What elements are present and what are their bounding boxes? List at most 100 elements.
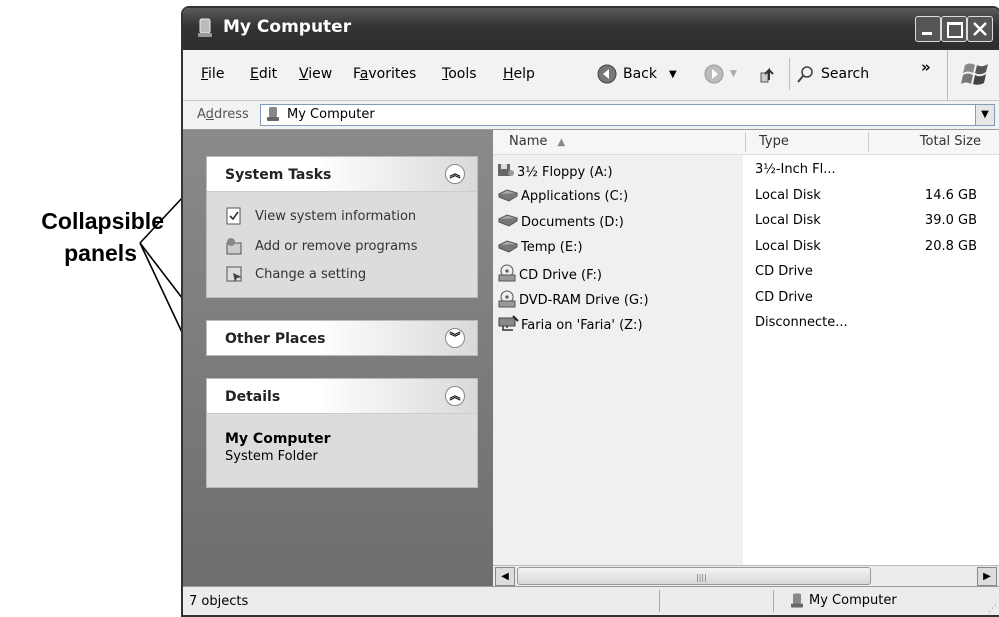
close-icon xyxy=(973,22,987,36)
chevron-down-icon: ▼ xyxy=(981,109,989,120)
network-drive-icon xyxy=(497,315,519,335)
other-places-panel: Other Places ︾ xyxy=(206,320,478,356)
details-item-kind: System Folder xyxy=(225,449,318,464)
sort-ascending-icon: ▲ xyxy=(557,137,566,148)
scroll-right-button[interactable]: ▶ xyxy=(977,567,997,586)
status-location: My Computer xyxy=(791,593,897,608)
menu-favorites[interactable]: Favorites xyxy=(353,66,416,82)
menu-tools[interactable]: Tools xyxy=(442,66,477,82)
file-name-cell[interactable]: Temp (E:) xyxy=(497,239,583,257)
task-label: View system information xyxy=(255,208,417,224)
title-bar[interactable]: My Computer xyxy=(183,8,999,50)
file-row[interactable]: Applications (C:) Local Disk 14.6 GB xyxy=(493,184,999,209)
file-name-cell[interactable]: Faria on 'Faria' (Z:) xyxy=(497,315,643,335)
chevron-right-icon: ▶ xyxy=(983,571,991,582)
forward-dropdown-icon[interactable]: ▼ xyxy=(730,69,737,79)
system-tasks-panel: System Tasks ︽ View system information A… xyxy=(206,156,478,298)
collapse-chevron-icon[interactable]: ︽ xyxy=(445,164,465,184)
chevron-left-icon: ◀ xyxy=(501,571,509,582)
back-button[interactable]: Back ▼ xyxy=(597,59,677,89)
address-input[interactable]: My Computer ▼ xyxy=(260,104,995,126)
forward-button[interactable]: ▼ xyxy=(704,59,737,89)
menu-edit[interactable]: Edit xyxy=(250,66,277,82)
computer-icon xyxy=(267,107,279,121)
column-header-name[interactable]: Name ▲ xyxy=(509,134,565,149)
resize-grip-icon[interactable]: ⋰ xyxy=(988,604,997,614)
column-separator[interactable] xyxy=(868,132,869,152)
file-total-size: 20.8 GB xyxy=(924,238,977,254)
file-row[interactable]: Faria on 'Faria' (Z:) Disconnecte... xyxy=(493,311,999,336)
address-dropdown-button[interactable]: ▼ xyxy=(975,105,994,125)
back-arrow-icon xyxy=(597,64,617,84)
expand-chevron-icon[interactable]: ︾ xyxy=(445,328,465,348)
file-row[interactable]: 3½ Floppy (A:) 3½-Inch Fl... xyxy=(493,158,999,183)
file-type: Local Disk xyxy=(755,213,821,228)
floppy-icon xyxy=(497,162,515,182)
scroll-left-button[interactable]: ◀ xyxy=(495,567,515,586)
toolbar-separator xyxy=(789,58,790,90)
details-panel: Details ︽ My Computer System Folder xyxy=(206,378,478,488)
hard-disk-icon xyxy=(497,213,519,231)
file-name-cell[interactable]: Documents (D:) xyxy=(497,213,624,231)
file-row[interactable]: DVD-RAM Drive (G:) CD Drive xyxy=(493,286,999,311)
task-change-setting[interactable]: Change a setting xyxy=(225,265,366,283)
menu-help[interactable]: Help xyxy=(503,66,535,82)
file-name-cell[interactable]: CD Drive (F:) xyxy=(497,264,602,286)
search-button[interactable]: Search xyxy=(797,59,869,89)
file-row[interactable]: Documents (D:) Local Disk 39.0 GB xyxy=(493,209,999,234)
back-dropdown-icon[interactable]: ▼ xyxy=(669,69,677,80)
search-icon xyxy=(797,66,813,83)
file-name-cell[interactable]: DVD-RAM Drive (G:) xyxy=(497,290,649,312)
callout-label-line2: panels xyxy=(64,240,137,266)
search-label: Search xyxy=(821,66,870,82)
file-name: Faria on 'Faria' (Z:) xyxy=(521,317,643,333)
status-separator xyxy=(659,590,660,612)
column-header-type[interactable]: Type xyxy=(759,134,789,149)
toolbar-separator xyxy=(947,50,948,100)
window-title: My Computer xyxy=(223,17,352,37)
scrollbar-thumb[interactable]: |||| xyxy=(517,567,871,585)
menu-file[interactable]: File xyxy=(201,66,224,82)
maximize-button[interactable] xyxy=(941,16,967,42)
file-type: 3½-Inch Fl... xyxy=(755,162,836,177)
file-name: 3½ Floppy (A:) xyxy=(517,164,613,180)
file-row[interactable]: CD Drive (F:) CD Drive xyxy=(493,260,999,285)
file-list-view: Name ▲ Type Total Size 3½ Floppy (A:) 3½-… xyxy=(493,130,999,586)
file-name-cell[interactable]: Applications (C:) xyxy=(497,188,628,206)
column-header-row: Name ▲ Type Total Size xyxy=(493,130,999,155)
hard-disk-icon xyxy=(497,188,519,206)
address-label: Address xyxy=(197,107,249,122)
file-total-size: 14.6 GB xyxy=(924,187,977,203)
close-button[interactable] xyxy=(967,16,993,42)
explorer-window: My Computer File Edit View Favorites Too… xyxy=(181,6,999,617)
system-tasks-title: System Tasks xyxy=(225,167,332,183)
toolbar-more-chevron[interactable]: » xyxy=(921,58,931,76)
file-row[interactable]: Temp (E:) Local Disk 20.8 GB xyxy=(493,235,999,260)
menu-view[interactable]: View xyxy=(299,66,332,82)
system-info-icon xyxy=(226,207,241,225)
system-tasks-header[interactable]: System Tasks ︽ xyxy=(207,157,477,192)
file-name: CD Drive (F:) xyxy=(519,267,603,283)
task-pane: System Tasks ︽ View system information A… xyxy=(183,130,493,586)
file-name: DVD-RAM Drive (G:) xyxy=(519,293,649,308)
file-total-size: 39.0 GB xyxy=(924,213,977,228)
address-value: My Computer xyxy=(287,107,375,122)
file-type: CD Drive xyxy=(755,264,813,279)
horizontal-scrollbar[interactable]: ◀ |||| ▶ xyxy=(493,565,999,586)
column-separator[interactable] xyxy=(745,132,746,152)
menu-bar: File Edit View Favorites Tools Help Back… xyxy=(183,50,999,101)
task-view-system-information[interactable]: View system information xyxy=(225,207,416,225)
collapse-chevron-icon[interactable]: ︽ xyxy=(445,386,465,406)
details-item-name: My Computer xyxy=(225,431,331,447)
status-object-count: 7 objects xyxy=(189,594,249,609)
column-header-total-size[interactable]: Total Size xyxy=(920,134,981,149)
file-name-cell[interactable]: 3½ Floppy (A:) xyxy=(497,162,613,182)
minimize-button[interactable] xyxy=(915,16,941,42)
task-add-remove-programs[interactable]: Add or remove programs xyxy=(225,237,418,255)
grip-icon: |||| xyxy=(696,573,707,582)
task-label: Change a setting xyxy=(255,266,367,282)
details-header[interactable]: Details ︽ xyxy=(207,379,477,414)
other-places-header[interactable]: Other Places ︾ xyxy=(207,321,477,355)
up-folder-button[interactable] xyxy=(759,59,779,89)
windows-logo-icon xyxy=(961,63,988,85)
